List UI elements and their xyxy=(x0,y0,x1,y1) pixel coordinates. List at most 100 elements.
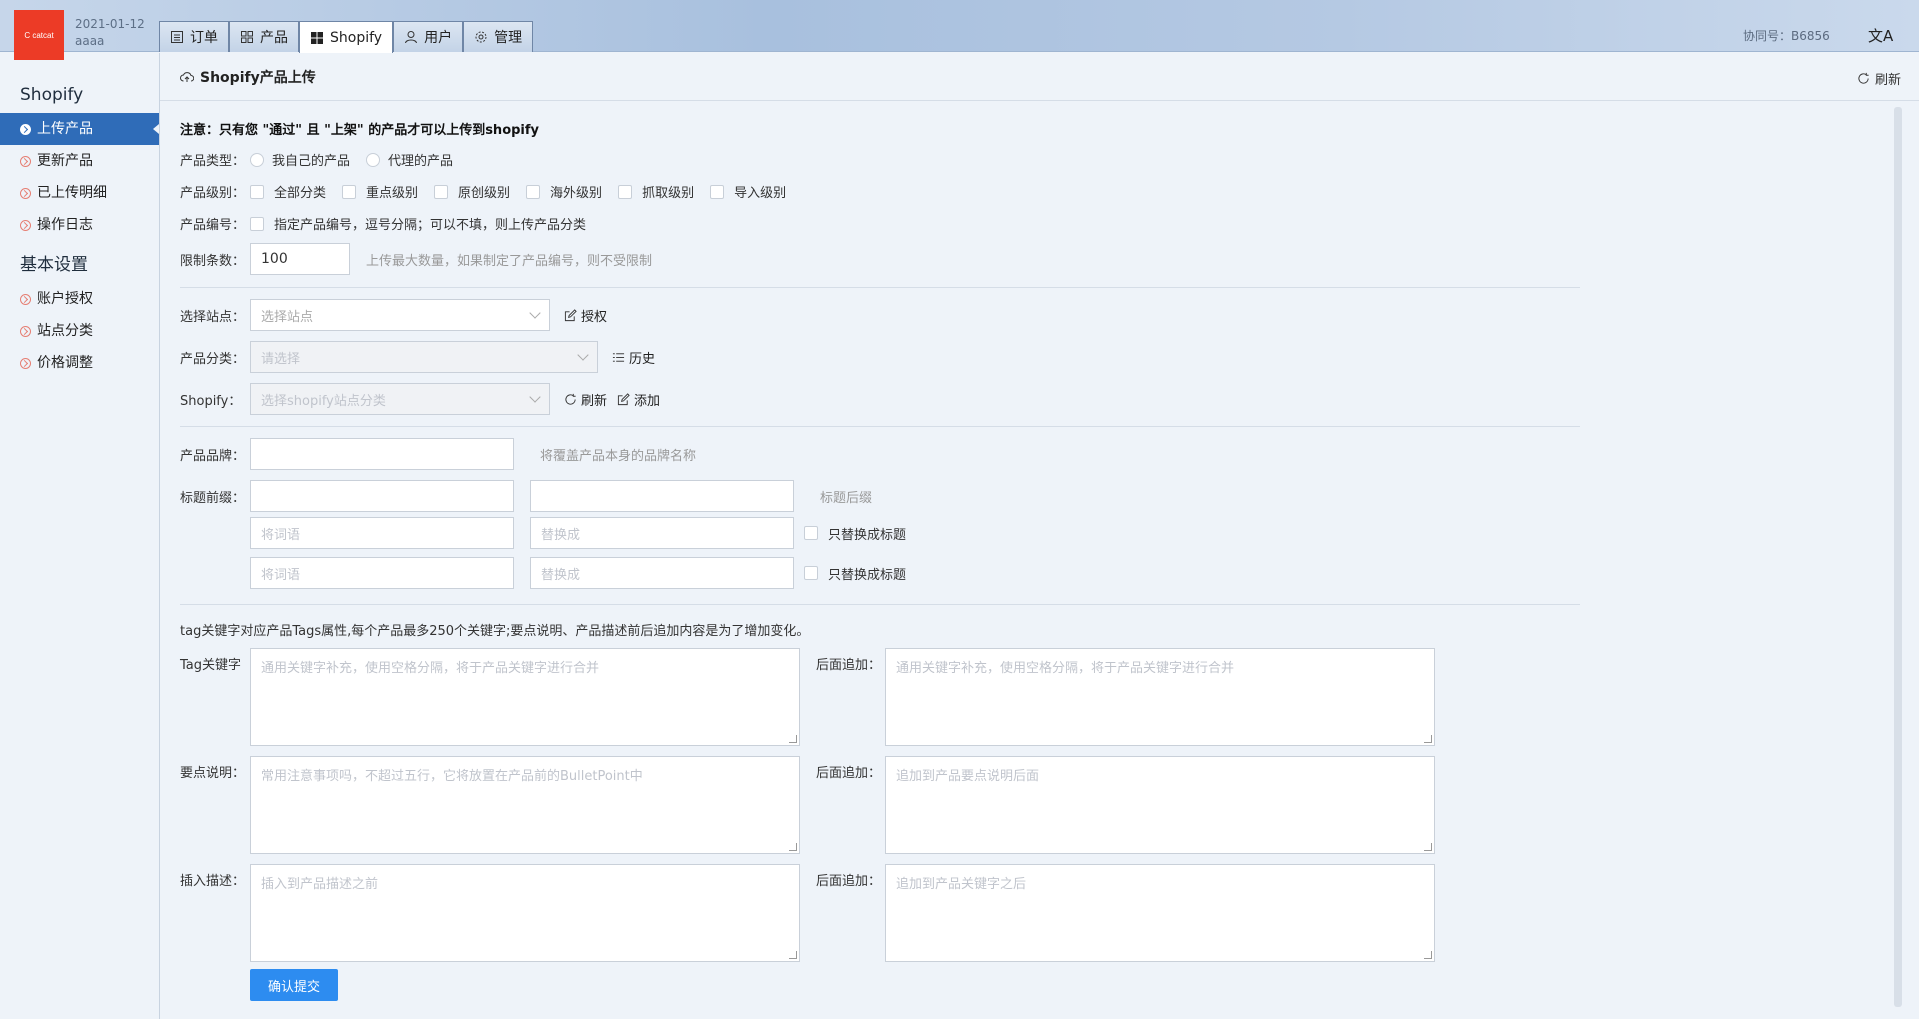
checkbox[interactable] xyxy=(342,184,357,199)
chevron-down-icon xyxy=(529,307,541,319)
type-own-radio[interactable]: 我自己的产品 xyxy=(250,150,350,169)
checkbox[interactable] xyxy=(526,184,541,199)
cloud-upload-icon xyxy=(180,71,194,82)
radio-circle[interactable] xyxy=(366,152,381,167)
chevron-circle-icon xyxy=(20,187,31,199)
divider xyxy=(180,287,1580,288)
tag-append-label: 后面追加： xyxy=(816,658,882,673)
tab-orders[interactable]: 订单 xyxy=(159,21,229,52)
sidebar-item-price[interactable]: 价格调整 xyxy=(0,347,159,379)
sidebar-item-uploaded[interactable]: 已上传明细 xyxy=(0,177,159,209)
scrollbar[interactable] xyxy=(1894,107,1902,1007)
limit-input[interactable]: 100 xyxy=(250,243,350,275)
category-select[interactable]: 请选择 xyxy=(250,341,598,373)
replace-to-input-1[interactable]: 替换成 xyxy=(530,517,794,549)
replace-to-input-2[interactable]: 替换成 xyxy=(530,557,794,589)
app-logo[interactable]: C catcat xyxy=(14,10,64,60)
history-link[interactable]: 历史 xyxy=(612,348,655,367)
user-name: aaaa xyxy=(75,34,105,48)
bullet-append-textarea[interactable]: 追加到产品要点说明后面 xyxy=(885,756,1435,854)
refresh-button[interactable]: 刷新 xyxy=(1857,69,1901,88)
tab-products[interactable]: 产品 xyxy=(229,21,299,52)
level-import-checkbox[interactable]: 导入级别 xyxy=(710,182,786,201)
chevron-circle-icon xyxy=(20,219,31,231)
tab-label: 管理 xyxy=(494,30,523,46)
checkbox[interactable] xyxy=(250,216,264,231)
refresh-label: 刷新 xyxy=(1874,73,1901,88)
product-level-row: 产品级别： 全部分类 重点级别 原创级别 海外级别 抓取级别 导入级别 xyxy=(180,182,802,201)
title-prefix-input[interactable] xyxy=(250,480,514,512)
title-suffix-input[interactable] xyxy=(530,480,794,512)
logo-text: C catcat xyxy=(24,30,54,40)
checkbox[interactable] xyxy=(250,184,264,199)
site-select[interactable]: 选择站点 xyxy=(250,299,550,331)
divider xyxy=(180,604,1580,605)
level-original-checkbox[interactable]: 原创级别 xyxy=(434,182,510,201)
chevron-down-icon xyxy=(577,349,589,361)
code-checkbox[interactable]: 指定产品编号，逗号分隔；可以不填，则上传产品分类 xyxy=(250,214,586,233)
auth-link[interactable]: 授权 xyxy=(564,306,607,325)
bullet-textarea[interactable]: 常用注意事项吗，不超过五行，它将放置在产品前的BulletPoint中 xyxy=(250,756,800,854)
level-key-checkbox[interactable]: 重点级别 xyxy=(342,182,418,201)
edit-icon xyxy=(564,308,577,321)
type-agent-radio[interactable]: 代理的产品 xyxy=(366,150,453,169)
date-user: 2021-01-12 aaaa xyxy=(75,16,145,50)
tag-append-textarea[interactable]: 通用关键字补充，使用空格分隔，将于产品关键字进行合并 xyxy=(885,648,1435,746)
translate-icon[interactable]: 文A xyxy=(1868,25,1893,46)
checkbox[interactable] xyxy=(618,184,633,199)
sidebar-item-upload[interactable]: 上传产品 xyxy=(0,113,159,145)
option-label: 导入级别 xyxy=(734,186,787,201)
tab-admin[interactable]: 管理 xyxy=(463,21,534,52)
limit-hint: 上传最大数量，如果制定了产品编号，则不受限制 xyxy=(366,253,653,269)
checkbox[interactable] xyxy=(710,184,725,199)
level-overseas-checkbox[interactable]: 海外级别 xyxy=(526,182,602,201)
edit-icon xyxy=(617,392,630,405)
level-all-checkbox[interactable]: 全部分类 xyxy=(250,182,326,201)
product-type-row: 产品类型： 我自己的产品 代理的产品 xyxy=(180,150,469,169)
replace-title-only-checkbox-1[interactable]: 只替换成标题 xyxy=(804,524,906,543)
tab-label: 用户 xyxy=(424,30,453,46)
category-label: 产品分类： xyxy=(180,351,246,367)
date-text: 2021-01-12 xyxy=(75,17,145,31)
replace-from-input-1[interactable]: 将词语 xyxy=(250,517,514,549)
prefix-label: 标题前缀： xyxy=(180,490,246,506)
sidebar-item-log[interactable]: 操作日志 xyxy=(0,209,159,241)
option-label: 重点级别 xyxy=(366,186,419,201)
radio-circle[interactable] xyxy=(250,152,264,167)
option-label: 抓取级别 xyxy=(642,186,695,201)
sidebar-item-label: 上传产品 xyxy=(37,121,93,137)
site-label: 选择站点： xyxy=(180,309,246,325)
desc-append-textarea[interactable]: 追加到产品关键字之后 xyxy=(885,864,1435,962)
bullet-label: 要点说明： xyxy=(180,766,246,781)
tag-textarea[interactable]: 通用关键字补充，使用空格分隔，将于产品关键字进行合并 xyxy=(250,648,800,746)
sidebar-item-label: 操作日志 xyxy=(37,217,93,233)
desc-textarea[interactable]: 插入到产品描述之前 xyxy=(250,864,800,962)
suffix-hint: 标题后缀 xyxy=(820,490,873,506)
tab-label: 订单 xyxy=(190,30,218,46)
shopify-select[interactable]: 选择shopify站点分类 xyxy=(250,383,550,415)
brand-input[interactable] xyxy=(250,438,514,470)
checkbox[interactable] xyxy=(434,184,449,199)
history-label: 历史 xyxy=(629,351,656,367)
replace-title-only-checkbox-2[interactable]: 只替换成标题 xyxy=(804,564,906,583)
shopify-add-link[interactable]: 添加 xyxy=(617,390,660,409)
checkbox[interactable] xyxy=(804,526,818,540)
sidebar-section-settings: 基本设置 xyxy=(20,255,88,275)
gear-icon xyxy=(475,31,487,43)
brand-label: 产品品牌： xyxy=(180,448,246,464)
submit-button[interactable]: 确认提交 xyxy=(250,969,338,1001)
tab-shopify[interactable]: Shopify xyxy=(299,21,394,53)
user-icon xyxy=(405,31,418,44)
notice-text: 注意：只有您 "通过" 且 "上架" 的产品才可以上传到shopify xyxy=(180,123,540,138)
main-content: Shopify产品上传 刷新 注意：只有您 "通过" 且 "上架" 的产品才可以… xyxy=(160,53,1919,1019)
sidebar-item-update[interactable]: 更新产品 xyxy=(0,145,159,177)
shopify-refresh-link[interactable]: 刷新 xyxy=(564,390,607,409)
desc-label: 插入描述： xyxy=(180,874,246,889)
level-crawl-checkbox[interactable]: 抓取级别 xyxy=(618,182,694,201)
main-tabs: 订单 产品 Shopify 用户 管理 xyxy=(159,21,534,53)
checkbox[interactable] xyxy=(804,566,818,580)
sidebar-item-auth[interactable]: 账户授权 xyxy=(0,283,159,315)
replace-from-input-2[interactable]: 将词语 xyxy=(250,557,514,589)
tab-users[interactable]: 用户 xyxy=(393,21,464,52)
sidebar-item-site-category[interactable]: 站点分类 xyxy=(0,315,159,347)
